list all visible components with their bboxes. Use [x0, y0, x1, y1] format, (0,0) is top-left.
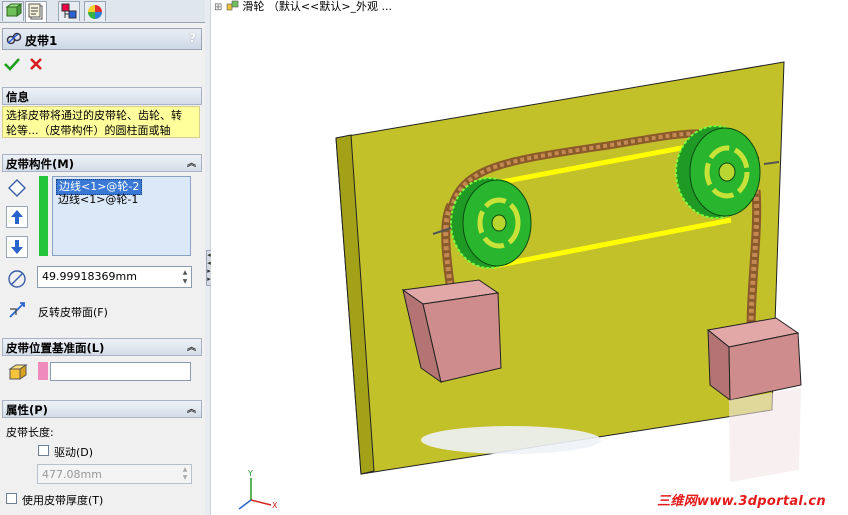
- feature-manager-icon: [5, 3, 23, 17]
- section-info-header[interactable]: 信息: [2, 87, 202, 105]
- diamond-select-icon: [8, 179, 26, 197]
- section-plane-title: 皮带位置基准面(L): [6, 341, 105, 355]
- svg-text:Y: Y: [247, 469, 253, 478]
- collapse-chevron-icon[interactable]: ︽: [187, 340, 196, 353]
- belt-members-list[interactable]: 边线<1>@轮-2 边线<1>@轮-1: [52, 176, 191, 256]
- pulley-right-hub: [718, 162, 736, 182]
- arrow-down-icon: [11, 240, 23, 254]
- floor-shadow: [421, 426, 601, 454]
- spinner-arrows-icon: ▲ ▼: [182, 466, 188, 481]
- model-scene: Y X: [238, 61, 802, 510]
- diameter-icon: [8, 270, 26, 288]
- info-text-line2: 轮等...（皮带构件）的圆柱面或轴: [6, 124, 171, 137]
- section-properties-title: 属性(P): [6, 403, 48, 417]
- coordinate-triad: Y X: [238, 469, 278, 510]
- use-thickness-label: 使用皮带厚度(T): [22, 494, 104, 507]
- drive-label: 驱动(D): [54, 446, 94, 459]
- tab-configuration-manager[interactable]: [58, 1, 80, 21]
- belt-feature-icon: [6, 32, 22, 45]
- tab-property-manager[interactable]: [25, 1, 47, 22]
- section-members-title: 皮带构件(M): [6, 157, 74, 171]
- list-item[interactable]: 边线<1>@轮-1: [56, 193, 140, 207]
- ok-button[interactable]: [4, 57, 20, 71]
- arrow-up-icon: [11, 210, 23, 224]
- belt-length-input[interactable]: 477.08mm ▲ ▼: [37, 464, 192, 484]
- block-right-reflection: [729, 388, 801, 482]
- collapse-chevron-icon[interactable]: ︽: [187, 402, 196, 415]
- tab-feature-manager[interactable]: [2, 1, 24, 21]
- watermark-text: 三维网www.3dportal.cn: [657, 494, 826, 509]
- tab-appearance-manager[interactable]: [84, 1, 106, 21]
- flip-belt-side-label: 反转皮带面(F): [38, 306, 108, 319]
- property-title-bar: 皮带1 ?: [2, 28, 202, 50]
- plane-color-swatch: [38, 362, 48, 380]
- flip-icon: [9, 302, 25, 318]
- section-plane-header[interactable]: 皮带位置基准面(L) ︽: [2, 338, 202, 356]
- property-manager-panel: 皮带1 ? 信息 选择皮带将通过的皮带轮、齿轮、转 轮等...（皮带构件）的圆柱…: [0, 0, 206, 515]
- help-button[interactable]: ?: [189, 31, 196, 45]
- cancel-button[interactable]: [29, 57, 43, 71]
- configuration-manager-icon: [61, 3, 77, 19]
- pulley-left-hub: [491, 214, 507, 232]
- page-title: 皮带1: [25, 34, 58, 48]
- move-down-button[interactable]: [6, 236, 28, 258]
- diameter-input[interactable]: 49.99918369mm ▲ ▼: [37, 266, 192, 288]
- belt-length-label: 皮带长度:: [6, 426, 54, 439]
- plane-icon: [8, 364, 28, 380]
- property-manager-icon: [28, 3, 43, 20]
- graphics-viewport[interactable]: ⊞ 滑轮 （默认<<默认>_外观 ... Y X 三维网www.3dportal…: [211, 0, 848, 515]
- section-info-title: 信息: [6, 90, 29, 104]
- diameter-value: 49.99918369mm: [42, 270, 137, 283]
- use-thickness-checkbox[interactable]: [6, 493, 17, 504]
- collapse-chevron-icon[interactable]: ︽: [187, 156, 196, 169]
- ok-cancel-row: [2, 54, 202, 76]
- manager-tabs: [0, 0, 205, 23]
- info-message: 选择皮带将通过的皮带轮、齿轮、转 轮等...（皮带构件）的圆柱面或轴: [2, 106, 200, 138]
- appearance-manager-icon: [88, 5, 102, 19]
- spinner-arrows-icon[interactable]: ▲ ▼: [180, 268, 190, 286]
- move-up-button[interactable]: [6, 206, 28, 228]
- select-members-button[interactable]: [6, 177, 28, 199]
- plane-select-field[interactable]: [50, 362, 191, 381]
- selection-color-bar: [39, 176, 48, 256]
- flip-belt-side-button[interactable]: [6, 299, 28, 321]
- svg-text:X: X: [272, 501, 278, 510]
- base-board[interactable]: [335, 61, 785, 475]
- info-text-line1: 选择皮带将通过的皮带轮、齿轮、转: [6, 109, 182, 122]
- belt-length-value: 477.08mm: [42, 468, 102, 481]
- section-members-header[interactable]: 皮带构件(M) ︽: [2, 154, 202, 172]
- section-properties-header[interactable]: 属性(P) ︽: [2, 400, 202, 418]
- drive-checkbox[interactable]: [38, 445, 49, 456]
